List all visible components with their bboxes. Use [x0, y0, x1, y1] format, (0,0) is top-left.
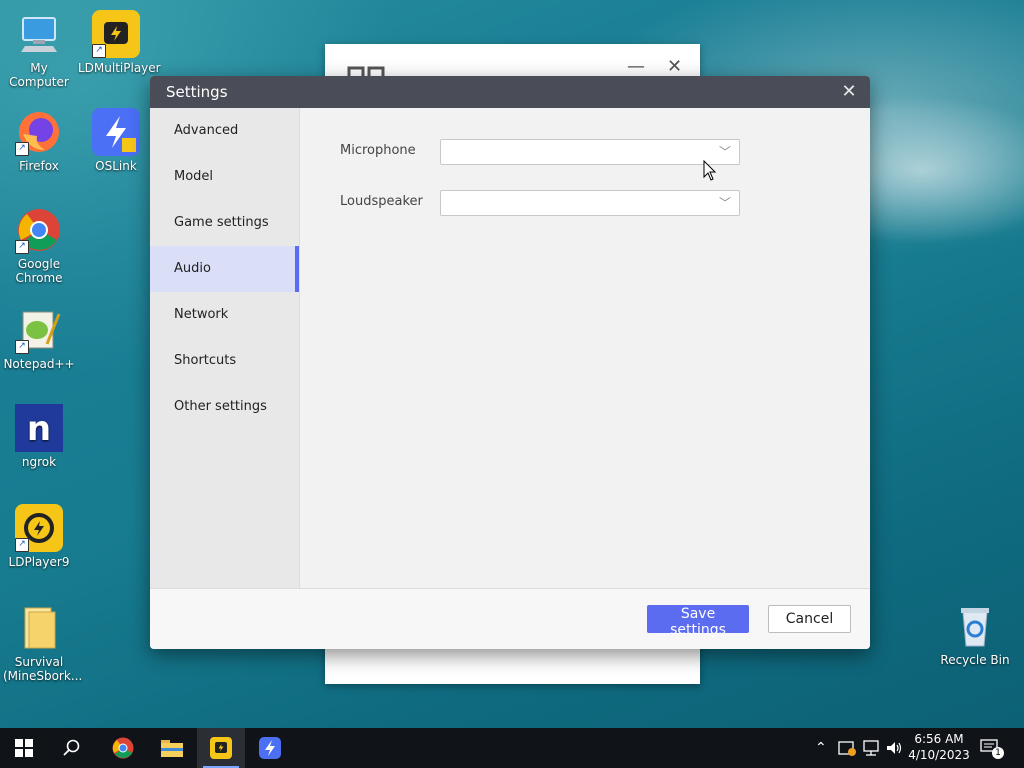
search-button[interactable]	[48, 728, 96, 768]
sidebar-item-advanced[interactable]: Advanced	[150, 108, 299, 154]
sidebar-item-shortcuts[interactable]: Shortcuts	[150, 338, 299, 384]
desktop-icon-ngrok[interactable]: n ngrok	[1, 404, 77, 469]
loudspeaker-label: Loudspeaker	[340, 194, 423, 209]
close-icon[interactable]: ✕	[838, 76, 860, 108]
mouse-cursor-icon	[703, 160, 717, 181]
file-explorer-icon	[161, 740, 183, 757]
desktop-icon-label: Notepad++	[3, 357, 75, 371]
sidebar-item-other-settings[interactable]: Other settings	[150, 384, 299, 430]
microphone-label: Microphone	[340, 143, 416, 158]
taskbar-oslink[interactable]	[246, 728, 294, 768]
desktop-icon-label: LDMultiPlayer	[78, 61, 161, 75]
computer-icon	[15, 10, 63, 58]
clock-date: 4/10/2023	[908, 748, 970, 762]
desktop-icon-notepadpp[interactable]: ↗ Notepad++	[1, 306, 77, 371]
chevron-down-icon: ﹀	[718, 145, 731, 159]
close-icon[interactable]: ✕	[667, 56, 682, 77]
desktop-icon-label: OSLink	[95, 159, 137, 173]
desktop-icon-oslink[interactable]: OSLink	[78, 108, 154, 173]
chevron-down-icon: ﹀	[718, 196, 731, 210]
desktop-icon-label: Google Chrome	[15, 257, 63, 285]
taskbar-chrome[interactable]	[99, 728, 147, 768]
desktop-icon-recycle-bin[interactable]: Recycle Bin	[937, 602, 1013, 667]
notification-count-badge: 1	[992, 747, 1004, 759]
chevron-up-icon[interactable]: ⌃	[815, 728, 827, 768]
folder-icon	[15, 604, 63, 652]
volume-icon[interactable]	[885, 739, 903, 757]
shortcut-arrow-icon: ↗	[15, 538, 29, 552]
chrome-icon	[112, 737, 134, 759]
desktop-icon-label: ngrok	[21, 455, 57, 469]
ngrok-icon: n	[15, 404, 63, 452]
desktop-icon-label: Firefox	[19, 159, 59, 173]
recycle-bin-icon	[951, 602, 999, 650]
ldplayer-icon	[210, 737, 232, 759]
dialog-title: Settings	[166, 83, 228, 101]
svg-text:n: n	[27, 409, 51, 449]
desktop-icon-label: LDPlayer9	[8, 555, 70, 569]
desktop-icon-google-chrome[interactable]: ↗ Google Chrome	[1, 206, 77, 285]
loudspeaker-select[interactable]: ﹀	[440, 190, 740, 216]
cancel-button[interactable]: Cancel	[768, 605, 851, 633]
settings-sidebar: Advanced Model Game settings Audio Netwo…	[150, 108, 300, 588]
settings-dialog: Settings ✕ Advanced Model Game settings …	[150, 76, 870, 649]
shortcut-arrow-icon: ↗	[15, 142, 29, 156]
start-button[interactable]	[0, 728, 48, 768]
ldplayer-icon: ↗	[15, 504, 63, 552]
desktop-icon-firefox[interactable]: ↗ Firefox	[1, 108, 77, 173]
sidebar-item-audio[interactable]: Audio	[150, 246, 299, 292]
save-settings-button[interactable]: Save settings	[647, 605, 749, 638]
audio-settings-panel: Microphone ﹀ Loudspeaker ﹀	[300, 108, 870, 588]
update-icon[interactable]	[838, 739, 856, 757]
taskbar-clock[interactable]: 6:56 AM 4/10/2023	[904, 731, 974, 763]
desktop-icon-my-computer[interactable]: My Computer	[1, 10, 77, 89]
sidebar-item-network[interactable]: Network	[150, 292, 299, 338]
oslink-icon	[259, 737, 281, 759]
search-icon	[63, 739, 80, 756]
windows-logo-icon	[15, 739, 33, 757]
desktop-icon-ldplayer9[interactable]: ↗ LDPlayer9	[1, 504, 77, 569]
network-icon[interactable]	[862, 739, 880, 757]
dialog-footer: Save settings Cancel	[150, 588, 870, 649]
dialog-titlebar: Settings ✕	[150, 76, 870, 108]
sidebar-item-game-settings[interactable]: Game settings	[150, 200, 299, 246]
desktop-icon-label: Survival (MineSbork...	[3, 655, 83, 683]
chrome-icon: ↗	[15, 206, 63, 254]
ldmultiplayer-icon: ↗	[92, 10, 140, 58]
desktop-icon-ldmultiplayer[interactable]: ↗ LDMultiPlayer	[78, 10, 161, 75]
notepadpp-icon: ↗	[15, 306, 63, 354]
oslink-icon	[92, 108, 140, 156]
desktop-icon-label: My Computer	[9, 61, 69, 89]
shortcut-arrow-icon: ↗	[92, 44, 106, 58]
notification-center-button[interactable]: 1	[980, 738, 1004, 759]
taskbar-file-explorer[interactable]	[148, 728, 196, 768]
firefox-icon: ↗	[15, 108, 63, 156]
desktop-icon-survival-folder[interactable]: Survival (MineSbork...	[1, 604, 83, 683]
sidebar-item-model[interactable]: Model	[150, 154, 299, 200]
clock-time: 6:56 AM	[914, 732, 964, 746]
shortcut-arrow-icon: ↗	[15, 240, 29, 254]
taskbar-ldplayer[interactable]	[197, 728, 245, 768]
microphone-select[interactable]: ﹀	[440, 139, 740, 165]
minimize-icon[interactable]: —	[627, 56, 645, 77]
desktop-icon-label: Recycle Bin	[940, 653, 1010, 667]
shortcut-arrow-icon: ↗	[15, 340, 29, 354]
taskbar: ⌃ 6:56 AM 4/10/2023 1	[0, 728, 1024, 768]
